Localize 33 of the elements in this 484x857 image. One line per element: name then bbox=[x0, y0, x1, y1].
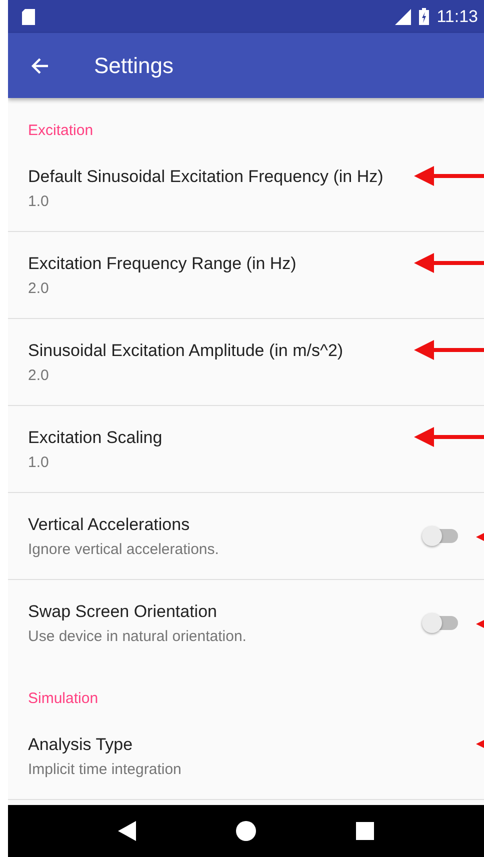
setting-title: Sinusoidal Excitation Amplitude (in m/s^2) bbox=[28, 340, 344, 360]
setting-title: Excitation Frequency Range (in Hz) bbox=[28, 254, 296, 274]
back-button[interactable] bbox=[30, 56, 50, 76]
setting-summary: 2.0 bbox=[28, 280, 49, 296]
battery-icon bbox=[418, 8, 429, 25]
home-nav-button[interactable] bbox=[236, 821, 256, 841]
setting-title: Default Sinusoidal Excitation Frequency (in Hz) bbox=[28, 166, 384, 186]
setting-summary: 2.0 bbox=[28, 366, 49, 384]
toggle-switch[interactable] bbox=[424, 616, 458, 630]
section-header: Simulation bbox=[27, 689, 100, 709]
setting-summary: Use device in natural orientation. bbox=[28, 628, 246, 644]
settings-row[interactable]: Vertical Accelerations Ignore vertical accelerations. bbox=[8, 493, 484, 580]
settings-row[interactable]: Swap Screen Orientation Use device in natural orientation. bbox=[8, 580, 484, 666]
settings-row[interactable]: Excitation Frequency Range (in Hz) 2.0 bbox=[8, 232, 484, 319]
status-time: 11:13 bbox=[436, 6, 478, 26]
settings-row[interactable]: Analysis Type Implicit time integration bbox=[8, 713, 484, 800]
settings-row[interactable]: Default Sinusoidal Excitation Frequency (in Hz) 1.0 bbox=[8, 145, 484, 232]
setting-summary: Ignore vertical accelerations. bbox=[28, 540, 219, 558]
setting-summary: 1.0 bbox=[28, 454, 49, 470]
toolbar-title: Settings bbox=[94, 52, 174, 78]
setting-title: Vertical Accelerations bbox=[28, 514, 190, 534]
setting-title: Excitation Scaling bbox=[28, 428, 162, 448]
setting-title: Swap Screen Orientation bbox=[28, 602, 217, 622]
setting-title: Analysis Type bbox=[28, 734, 133, 754]
toggle-switch[interactable] bbox=[424, 529, 458, 543]
section-header: Excitation bbox=[27, 121, 94, 141]
setting-summary: Implicit time integration bbox=[28, 760, 182, 778]
setting-summary: 1.0 bbox=[28, 192, 49, 210]
settings-row[interactable]: Sinusoidal Excitation Amplitude (in m/s^2) 2.0 bbox=[8, 319, 484, 406]
signal-icon bbox=[392, 8, 411, 24]
sd-card-icon bbox=[22, 8, 35, 24]
settings-row[interactable]: Excitation Scaling 1.0 bbox=[8, 406, 484, 493]
back-nav-button[interactable] bbox=[118, 821, 136, 841]
